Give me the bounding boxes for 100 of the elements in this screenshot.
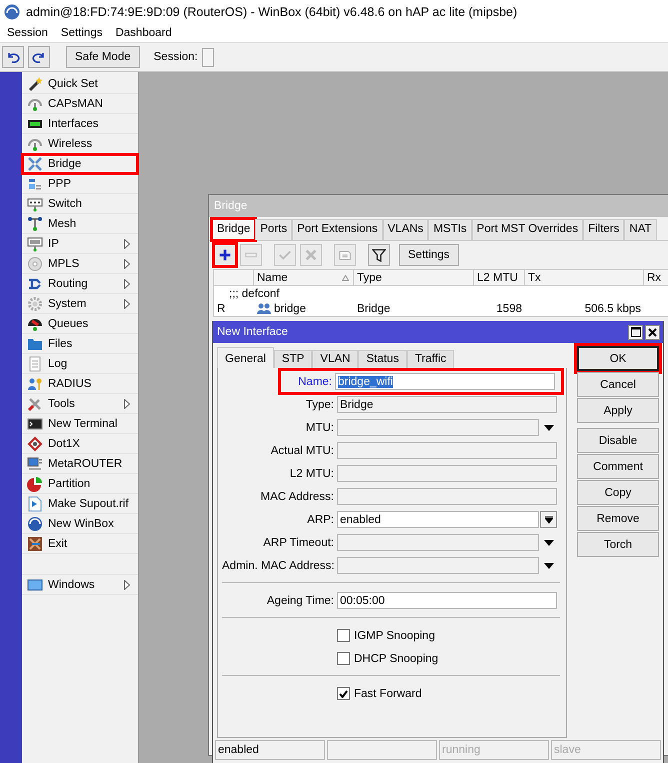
sidebar-item[interactable]: MPLS — [22, 254, 138, 274]
column-header[interactable]: Rx — [644, 270, 668, 285]
check-icon — [278, 248, 292, 262]
window-title: Bridge — [209, 195, 668, 217]
menu-item[interactable]: Session — [7, 27, 48, 39]
document-icon — [27, 356, 43, 372]
wrench-icon — [27, 396, 43, 412]
sidebar-item[interactable]: MetaROUTER — [22, 454, 138, 474]
plus-button[interactable] — [214, 244, 236, 266]
dropdown-arrow-icon[interactable] — [544, 562, 554, 568]
input-field[interactable] — [337, 534, 539, 551]
input-field[interactable]: bridge_wifi — [335, 373, 555, 390]
sidebar-item[interactable]: IP — [22, 234, 138, 254]
field-label: Ageing Time: — [266, 594, 335, 606]
sidebar-item[interactable]: New Terminal — [22, 414, 138, 434]
filter-button[interactable] — [368, 244, 390, 266]
sidebar-item[interactable]: PPP — [22, 174, 138, 194]
sidebar-item[interactable]: Quick Set — [22, 74, 138, 94]
disc-icon — [27, 256, 43, 272]
input-field[interactable]: enabled — [337, 511, 539, 528]
sidebar-item[interactable]: CAPsMAN — [22, 94, 138, 114]
session-label: Session: — [154, 51, 198, 63]
arrows-icon — [27, 156, 43, 172]
tab[interactable]: Filters — [583, 219, 624, 240]
dropdown-arrow-icon[interactable] — [544, 540, 554, 546]
sidebar-item[interactable]: Partition — [22, 474, 138, 494]
dialog-button[interactable]: Cancel — [577, 372, 659, 397]
menu-item[interactable]: Dashboard — [115, 27, 172, 39]
checkbox-label: DHCP Snooping — [354, 652, 438, 664]
tab[interactable]: Ports — [255, 219, 292, 240]
sidebar-item[interactable]: Wireless — [22, 134, 138, 154]
checkbox[interactable] — [337, 629, 350, 642]
tab[interactable]: Status — [358, 350, 407, 368]
tab[interactable]: VLANs — [382, 219, 428, 240]
sidebar-item[interactable]: Exit — [22, 534, 138, 554]
sidebar-item[interactable]: System — [22, 294, 138, 314]
close-button[interactable] — [645, 324, 660, 340]
column-header[interactable]: Type — [354, 270, 474, 285]
column-header[interactable]: L2 MTU — [474, 270, 525, 285]
dialog-button[interactable]: Apply — [577, 398, 659, 423]
table-cell-text: 506.5 kbps — [584, 302, 642, 314]
tab[interactable]: Bridge — [212, 219, 256, 240]
tab[interactable]: MSTIs — [428, 219, 472, 240]
settings-button[interactable]: Settings — [399, 244, 459, 266]
sidebar-item[interactable]: Dot1X — [22, 434, 138, 454]
sidebar-item[interactable]: Switch — [22, 194, 138, 214]
checkbox-label: IGMP Snooping — [354, 630, 435, 642]
column-header[interactable]: Tx — [525, 270, 644, 285]
people-icon — [257, 303, 271, 314]
window-title: admin@18:FD:74:9E:9D:09 (RouterOS) - WinBox (64bit) v6.48.6 on hAP ac lite (mipsbe) — [26, 5, 518, 19]
column-header[interactable]: Name — [254, 270, 354, 285]
sidebar-item[interactable]: Routing — [22, 274, 138, 294]
maximize-button[interactable] — [628, 324, 643, 340]
menu-item[interactable]: Settings — [60, 27, 102, 39]
input-field[interactable]: 00:05:00 — [337, 592, 557, 609]
sidebar-item[interactable]: Bridge — [22, 154, 138, 174]
sidebar-item[interactable]: Queues — [22, 314, 138, 334]
sidebar-item[interactable]: New WinBox — [22, 514, 138, 534]
sidebar-item[interactable]: Windows — [22, 575, 138, 595]
cross-icon — [304, 248, 318, 262]
terminal-icon — [27, 416, 43, 432]
sidebar-item[interactable]: RADIUS — [22, 374, 138, 394]
sidebar-item[interactable]: Make Supout.rif — [22, 494, 138, 514]
dialog-button[interactable]: Disable — [577, 428, 659, 453]
field-label: Admin. MAC Address: — [222, 560, 336, 572]
tab[interactable]: Port Extensions — [292, 219, 383, 240]
checkbox[interactable] — [337, 687, 350, 700]
document-arrow-icon — [27, 496, 43, 512]
sidebar-item[interactable]: Log — [22, 354, 138, 374]
checkmark-icon — [339, 690, 348, 698]
globe-icon — [4, 4, 20, 20]
redo-button[interactable] — [28, 46, 50, 68]
input-field[interactable] — [337, 419, 539, 436]
undo-button[interactable] — [2, 46, 24, 68]
input-field[interactable] — [337, 557, 539, 574]
sidebar-item[interactable]: Files — [22, 334, 138, 354]
plus-icon — [218, 248, 232, 262]
dialog-button[interactable]: OK — [577, 346, 659, 371]
sidebar-item[interactable]: Mesh — [22, 214, 138, 234]
sidebar-item[interactable]: Tools — [22, 394, 138, 414]
tab[interactable]: NAT — [624, 219, 657, 240]
dialog-button[interactable]: Torch — [577, 532, 659, 557]
dropdown-arrow-icon[interactable] — [544, 424, 554, 430]
tab[interactable]: General — [217, 347, 274, 368]
dialog-button[interactable]: Comment — [577, 454, 659, 479]
safe-mode-button[interactable]: Safe Mode — [66, 46, 140, 68]
sidebar-item[interactable]: Interfaces — [22, 114, 138, 134]
tab[interactable]: Traffic — [406, 350, 454, 368]
checkbox[interactable] — [337, 652, 350, 665]
session-field[interactable] — [202, 48, 214, 66]
tab[interactable]: Port MST Overrides — [472, 219, 584, 240]
tab[interactable]: STP — [274, 350, 312, 368]
person-key-icon — [27, 376, 43, 392]
table-cell-text: 1598 — [495, 302, 523, 314]
redo-icon — [32, 51, 46, 63]
close-icon — [648, 328, 657, 336]
dialog-button[interactable]: Remove — [577, 506, 659, 531]
dialog-button[interactable]: Copy — [577, 480, 659, 505]
tab[interactable]: VLAN — [312, 350, 358, 368]
dropdown-button[interactable] — [540, 511, 557, 528]
